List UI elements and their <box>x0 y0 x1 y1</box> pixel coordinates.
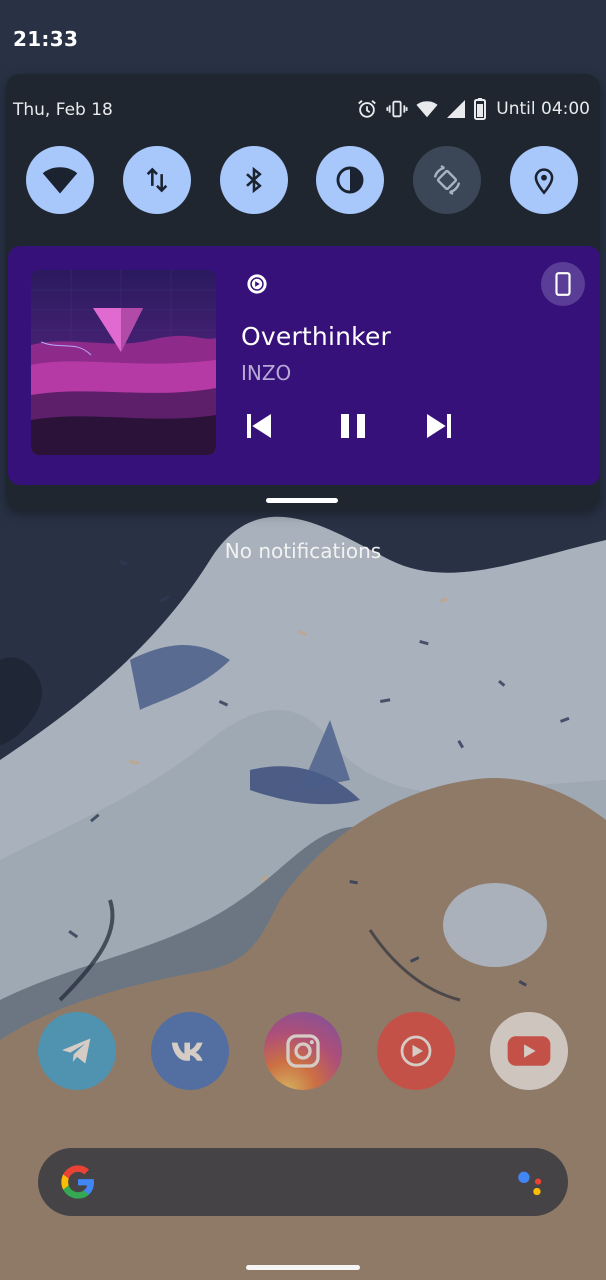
tile-bluetooth[interactable] <box>220 146 288 214</box>
panel-drag-handle[interactable] <box>266 498 338 503</box>
telegram-icon <box>62 1038 91 1064</box>
status-clock: 21:33 <box>13 27 79 51</box>
skip-next-icon <box>427 414 451 438</box>
battery-estimate: Until 04:00 <box>496 99 590 119</box>
tile-mobile-data[interactable] <box>123 146 191 214</box>
data-arrows-icon <box>146 167 168 193</box>
instagram-icon <box>286 1034 320 1068</box>
google-g-icon <box>61 1165 94 1199</box>
youtube-music-icon <box>400 1035 432 1067</box>
wifi-icon <box>42 167 78 194</box>
album-art <box>31 270 216 455</box>
gesture-nav-handle[interactable] <box>246 1265 360 1270</box>
bluetooth-icon <box>246 166 262 194</box>
tile-location[interactable] <box>510 146 578 214</box>
pause-button[interactable] <box>335 408 371 444</box>
app-dock <box>0 1012 606 1096</box>
status-bar: 21:33 <box>0 0 606 74</box>
wifi-status-icon <box>416 101 438 118</box>
cell-signal-icon <box>447 100 466 118</box>
date-label[interactable]: Thu, Feb 18 <box>13 100 113 120</box>
skip-previous-icon <box>247 414 271 438</box>
status-icons: Until 04:00 <box>356 98 590 120</box>
assistant-dots-icon[interactable] <box>514 1166 548 1200</box>
song-artist: INZO <box>241 361 292 385</box>
tile-dark-theme[interactable] <box>316 146 384 214</box>
empty-notifications-text: No notifications <box>224 539 382 563</box>
app-youtube[interactable] <box>490 1012 568 1090</box>
pause-icon <box>341 414 365 438</box>
vk-icon <box>171 1042 203 1061</box>
app-telegram[interactable] <box>38 1012 116 1090</box>
vibrate-icon <box>386 100 408 118</box>
alarm-icon <box>358 100 377 118</box>
contrast-icon <box>336 166 364 194</box>
google-search-bar[interactable] <box>38 1148 568 1216</box>
app-instagram[interactable] <box>264 1012 342 1090</box>
song-title: Overthinker <box>241 322 392 351</box>
next-button[interactable] <box>421 408 457 444</box>
media-controls <box>241 408 471 444</box>
app-youtube-music[interactable] <box>377 1012 455 1090</box>
previous-button[interactable] <box>241 408 277 444</box>
rotate-icon <box>433 164 461 196</box>
tile-wifi[interactable] <box>26 146 94 214</box>
media-player-card[interactable]: Overthinker INZO <box>8 246 600 485</box>
app-vk[interactable] <box>151 1012 229 1090</box>
output-switcher-button[interactable] <box>541 262 585 306</box>
tile-auto-rotate[interactable] <box>413 146 481 214</box>
youtube-music-icon <box>247 274 267 294</box>
location-pin-icon <box>534 168 554 195</box>
quick-settings-header: Thu, Feb 18 Until 04:00 <box>13 98 590 122</box>
phone-icon <box>555 272 571 296</box>
quick-settings-tiles <box>26 146 578 214</box>
battery-icon <box>474 98 487 120</box>
youtube-icon <box>507 1036 551 1066</box>
